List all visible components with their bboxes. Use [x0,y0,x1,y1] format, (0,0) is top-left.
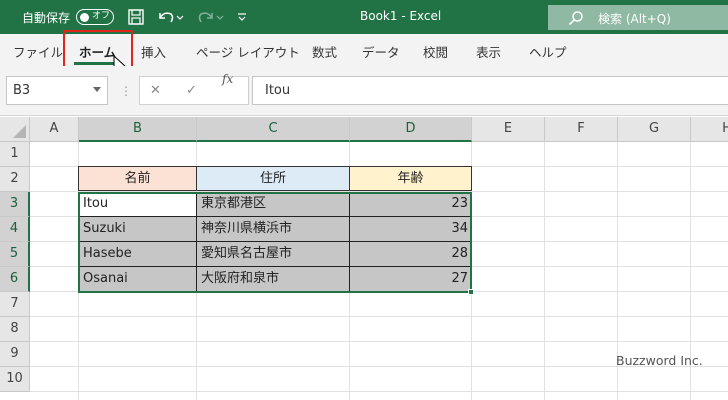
column-header-a[interactable]: A [30,117,79,142]
column-header-c[interactable]: C [197,117,350,142]
header-cell-age[interactable]: 年齢 [349,166,472,191]
column-header-b[interactable]: B [79,117,197,142]
column-header-f[interactable]: F [545,117,618,142]
gridline [30,316,728,317]
column-header-g[interactable]: G [618,117,691,142]
gridline [544,142,545,400]
splitter-dots[interactable]: ⋮ [120,84,132,98]
row-header-6[interactable]: 6 [0,267,30,292]
worksheet-grid[interactable]: A B C D E F G H 1 2 3 4 5 6 7 8 9 10 名前 … [0,117,728,400]
window-title: Book1 - Excel [360,9,442,23]
row-header-10[interactable]: 10 [0,367,30,392]
name-box[interactable]: B3 [6,76,108,105]
autosave-toggle[interactable]: オフ [76,9,114,25]
tab-view[interactable]: 表示 [476,42,501,61]
row-header-1[interactable]: 1 [0,142,30,167]
tab-page-layout[interactable]: ページ レイアウト [196,42,300,61]
column-header-d[interactable]: D [350,117,472,142]
tab-data[interactable]: データ [362,42,400,61]
row-header-2[interactable]: 2 [0,167,30,192]
tab-insert[interactable]: 挿入 [141,42,166,61]
tab-review[interactable]: 校閲 [423,42,448,61]
column-header-h[interactable]: H [691,117,728,142]
customize-qat-icon[interactable] [236,8,248,26]
autosave-state: オフ [92,11,111,21]
name-box-value: B3 [13,83,31,98]
search-placeholder: 検索 (Alt+Q) [598,12,671,26]
select-all-corner[interactable] [0,117,30,142]
formula-value: Itou [265,83,291,98]
tab-file[interactable]: ファイル [13,42,63,61]
search-box[interactable]: 検索 (Alt+Q) [548,5,728,30]
gridline [30,391,728,392]
row-header-8[interactable]: 8 [0,317,30,342]
save-icon[interactable] [127,8,145,26]
redo-icon[interactable] [195,8,225,26]
autosave-label: 自動保存 [22,11,71,25]
header-cell-name[interactable]: 名前 [78,166,197,191]
insert-function-button[interactable]: fx [222,72,233,86]
undo-icon[interactable] [155,8,185,26]
selection-border [78,192,472,293]
fill-handle[interactable] [468,289,474,295]
tab-help[interactable]: ヘルプ [529,42,567,61]
formula-bar: B3 ⋮ ✕ ✓ fx Itou [0,66,728,116]
gridline [30,341,728,342]
enter-icon[interactable]: ✓ [186,83,197,98]
select-all-icon [13,125,26,138]
formula-input[interactable]: Itou [252,76,728,105]
column-header-e[interactable]: E [472,117,545,142]
search-icon [568,11,583,26]
cancel-icon[interactable]: ✕ [150,83,161,98]
title-bar: 自動保存 オフ Book1 - Excel 検索 (Alt+Q) [0,0,728,34]
row-header-3[interactable]: 3 [0,192,30,217]
row-header-4[interactable]: 4 [0,217,30,242]
row-header-5[interactable]: 5 [0,242,30,267]
watermark: Buzzword Inc. [616,353,703,368]
header-cell-address[interactable]: 住所 [196,166,350,191]
tab-formulas[interactable]: 数式 [312,42,337,61]
row-header-7[interactable]: 7 [0,292,30,317]
toggle-knob [80,12,89,22]
chevron-down-icon[interactable] [93,87,101,93]
row-header-9[interactable]: 9 [0,342,30,367]
